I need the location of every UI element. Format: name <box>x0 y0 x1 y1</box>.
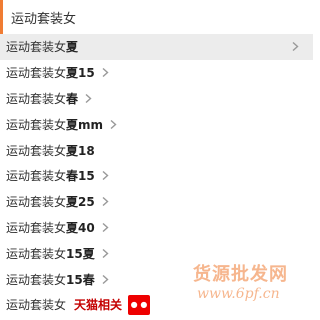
suggestion-tail-text: 夏 <box>66 40 79 55</box>
suggestion-base-text: 运动套装女 <box>6 195 67 210</box>
suggestion-item[interactable]: 运动套装女 春15 <box>0 163 313 189</box>
suggestion-tail-text: 春 <box>66 91 79 106</box>
suggestion-tail-text: 春15 <box>66 169 95 184</box>
suggestion-tail-text: 夏18 <box>66 143 95 158</box>
search-bar[interactable]: 运动套装女 <box>0 0 313 35</box>
search-focus-accent <box>0 0 3 34</box>
chevron-right-icon[interactable] <box>102 248 109 258</box>
chevron-right-icon[interactable] <box>102 171 109 181</box>
suggestion-item[interactable]: 运动套装女 夏40 <box>0 215 313 241</box>
suggestion-tail-text: 夏40 <box>66 220 95 235</box>
chevron-right-icon[interactable] <box>102 274 109 284</box>
search-input[interactable]: 运动套装女 <box>11 8 76 27</box>
chevron-right-icon[interactable] <box>102 222 109 232</box>
chevron-right-icon[interactable] <box>102 68 109 78</box>
suggestion-base-text: 运动套装女 <box>6 66 67 81</box>
suggestion-item[interactable]: 运动套装女春 <box>0 86 313 112</box>
suggestion-base-text: 运动套装女 <box>6 40 67 55</box>
watermark: 货源批发网 www.6pf.cn <box>193 260 313 320</box>
suggestion-base-text: 运动套装女 <box>6 143 67 158</box>
suggestion-base-text: 运动套装女 <box>6 298 67 313</box>
watermark-title: 货源批发网 <box>193 264 288 285</box>
suggestion-base-text: 运动套装女 <box>6 272 67 287</box>
suggestion-item[interactable]: 运动套装女夏 <box>0 34 313 60</box>
tmall-cat-icon: ● ● <box>128 294 151 315</box>
chevron-right-icon[interactable] <box>110 119 117 129</box>
watermark-url: www.6pf.cn <box>197 286 280 302</box>
tmall-related-label[interactable]: 天猫相关 <box>74 296 122 313</box>
suggestion-base-text: 运动套装女 <box>6 91 67 106</box>
chevron-right-icon[interactable] <box>292 42 299 52</box>
suggestion-tail-text: 夏25 <box>66 195 95 210</box>
suggestion-item[interactable]: 运动套装女 夏15 <box>0 60 313 86</box>
suggestion-tail-text: 夏mm <box>66 117 104 132</box>
suggestion-item[interactable]: 运动套装女 夏mm <box>0 111 313 137</box>
suggestion-item[interactable]: 运动套装女 夏25 <box>0 189 313 215</box>
suggestion-tail-text: 15春 <box>66 272 95 287</box>
chevron-right-icon[interactable] <box>85 93 92 103</box>
suggestion-tail-text: 15夏 <box>66 246 95 261</box>
suggestion-base-text: 运动套装女 <box>6 117 67 132</box>
chevron-right-icon[interactable] <box>102 197 109 207</box>
suggestion-base-text: 运动套装女 <box>6 220 67 235</box>
suggestion-item[interactable]: 运动套装女 夏18 <box>0 137 313 163</box>
suggestion-base-text: 运动套装女 <box>6 246 67 261</box>
suggestion-base-text: 运动套装女 <box>6 169 67 184</box>
suggestion-tail-text: 夏15 <box>66 66 95 81</box>
